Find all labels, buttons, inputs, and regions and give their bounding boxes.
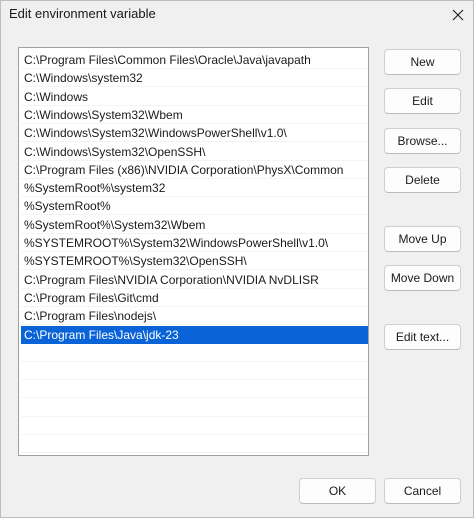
delete-button[interactable]: Delete bbox=[384, 167, 461, 193]
move-down-button[interactable]: Move Down bbox=[384, 265, 461, 291]
list-item[interactable]: %SystemRoot% bbox=[21, 197, 368, 216]
list-item[interactable]: %SystemRoot%\System32\Wbem bbox=[21, 216, 368, 234]
empty-list-row[interactable] bbox=[21, 344, 368, 362]
list-item[interactable]: C:\Windows bbox=[21, 88, 368, 106]
edit-button[interactable]: Edit bbox=[384, 88, 461, 114]
close-icon bbox=[452, 9, 464, 21]
list-item[interactable]: %SYSTEMROOT%\System32\WindowsPowerShell\… bbox=[21, 234, 368, 252]
empty-list-row[interactable] bbox=[21, 417, 368, 435]
list-item[interactable]: %SystemRoot%\system32 bbox=[21, 179, 368, 198]
empty-list-row[interactable] bbox=[21, 435, 368, 454]
list-item[interactable]: C:\Program Files\nodejs\ bbox=[21, 307, 368, 326]
list-item[interactable]: C:\Windows\System32\Wbem bbox=[21, 106, 368, 124]
move-up-button[interactable]: Move Up bbox=[384, 226, 461, 252]
list-item[interactable]: C:\Program Files\Common Files\Oracle\Jav… bbox=[21, 51, 368, 69]
list-item[interactable]: C:\Program Files\NVIDIA Corporation\NVID… bbox=[21, 271, 368, 289]
dialog-title: Edit environment variable bbox=[9, 6, 156, 21]
edit-text-button[interactable]: Edit text... bbox=[384, 324, 461, 350]
list-item[interactable]: C:\Program Files (x86)\NVIDIA Corporatio… bbox=[21, 161, 368, 179]
browse-button[interactable]: Browse... bbox=[384, 128, 461, 154]
close-button[interactable] bbox=[443, 1, 473, 29]
list-item[interactable]: C:\Windows\System32\OpenSSH\ bbox=[21, 143, 368, 161]
list-item[interactable]: C:\Program Files\Git\cmd bbox=[21, 289, 368, 307]
path-list[interactable]: C:\Program Files\Common Files\Oracle\Jav… bbox=[18, 47, 369, 456]
empty-list-row[interactable] bbox=[21, 362, 368, 381]
empty-list-row[interactable] bbox=[21, 399, 368, 417]
list-item[interactable]: C:\Program Files\Java\jdk-23 bbox=[21, 325, 368, 344]
empty-list-row[interactable] bbox=[21, 380, 368, 399]
ok-button[interactable]: OK bbox=[299, 478, 376, 504]
cancel-button[interactable]: Cancel bbox=[384, 478, 461, 504]
list-item[interactable]: %SYSTEMROOT%\System32\OpenSSH\ bbox=[21, 252, 368, 271]
list-item[interactable]: C:\Windows\system32 bbox=[21, 69, 368, 88]
edit-env-dialog: Edit environment variable C:\Program Fil… bbox=[0, 0, 474, 518]
list-item[interactable]: C:\Windows\System32\WindowsPowerShell\v1… bbox=[21, 124, 368, 143]
new-button[interactable]: New bbox=[384, 49, 461, 75]
